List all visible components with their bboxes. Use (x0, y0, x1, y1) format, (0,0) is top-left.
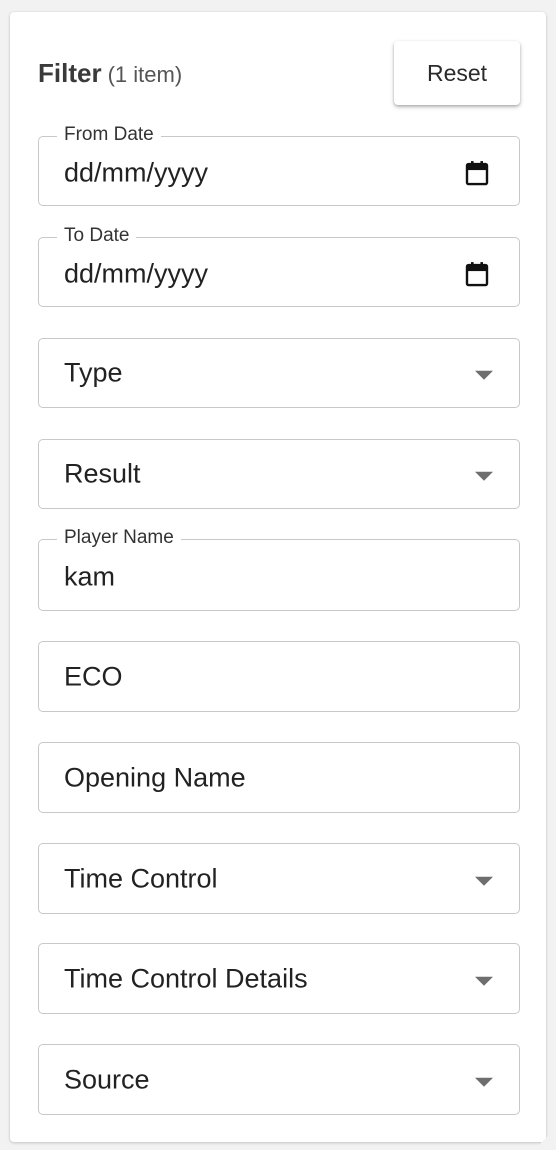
type-label: Type (64, 357, 123, 388)
result-select[interactable]: Result (38, 439, 520, 509)
from-date-field[interactable]: From Date dd/mm/yyyy (38, 124, 520, 206)
filter-header: Filter (1 item) Reset (38, 41, 520, 114)
result-label: Result (64, 458, 141, 489)
type-select[interactable]: Type (38, 338, 520, 408)
caret-down-icon (475, 876, 493, 886)
reset-button[interactable]: Reset (394, 41, 520, 105)
source-select[interactable]: Source (38, 1044, 520, 1115)
filter-title-text: Filter (38, 58, 102, 88)
player-name-input[interactable]: kam (64, 562, 444, 593)
filter-item-count: (1 item) (107, 62, 183, 87)
time-control-select[interactable]: Time Control (38, 843, 520, 914)
to-date-input[interactable]: dd/mm/yyyy (64, 259, 444, 290)
source-label: Source (64, 1064, 150, 1094)
calendar-icon[interactable] (465, 261, 489, 287)
player-name-field[interactable]: Player Name kam (38, 527, 520, 611)
time-control-label: Time Control (64, 863, 218, 893)
caret-down-icon (475, 370, 493, 380)
from-date-label: From Date (57, 124, 161, 146)
caret-down-icon (475, 471, 493, 481)
from-date-input[interactable]: dd/mm/yyyy (64, 158, 444, 189)
to-date-label: To Date (57, 225, 137, 247)
opening-name-field[interactable]: Opening Name (38, 742, 520, 813)
opening-name-label: Opening Name (64, 762, 246, 792)
time-control-details-select[interactable]: Time Control Details (38, 943, 520, 1014)
time-control-details-label: Time Control Details (64, 963, 308, 993)
corner-fold (534, 1128, 556, 1150)
caret-down-icon (475, 1077, 493, 1087)
eco-field[interactable]: ECO (38, 641, 520, 712)
caret-down-icon (475, 976, 493, 986)
eco-label: ECO (64, 661, 123, 691)
to-date-field[interactable]: To Date dd/mm/yyyy (38, 225, 520, 307)
calendar-icon[interactable] (465, 160, 489, 186)
filter-title: Filter (1 item) (38, 58, 182, 89)
player-name-label: Player Name (57, 527, 181, 549)
